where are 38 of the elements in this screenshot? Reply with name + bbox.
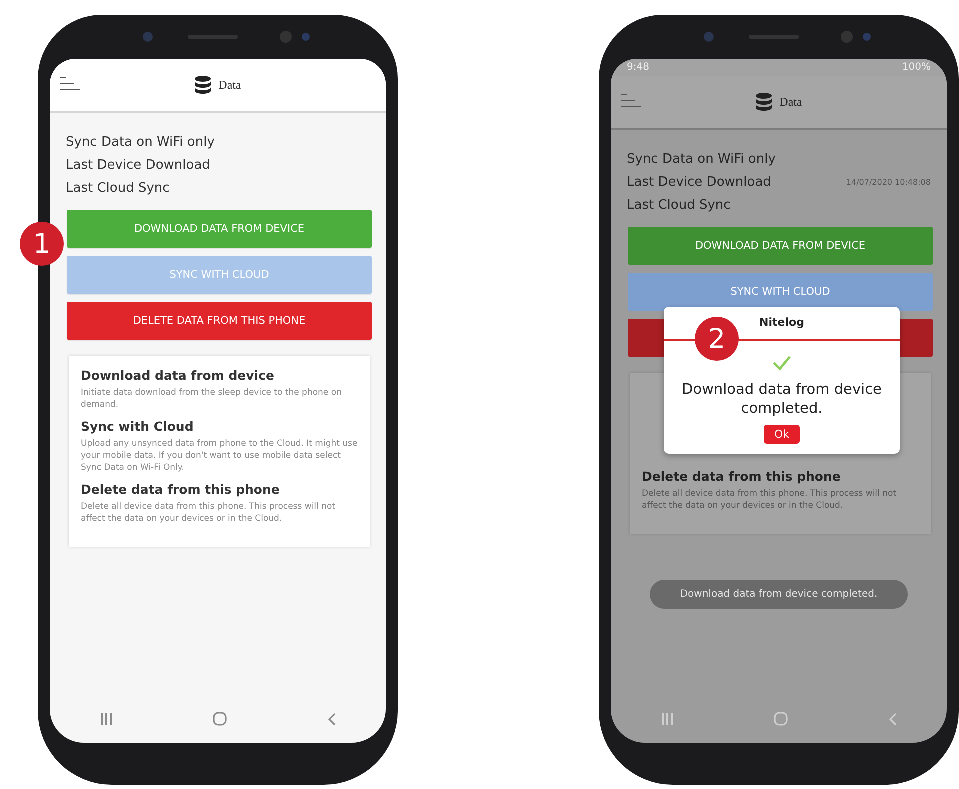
home-icon[interactable] — [212, 712, 226, 726]
action-button[interactable]: DOWNLOAD DATA FROM DEVICE — [628, 227, 933, 265]
checkmark-icon — [772, 355, 792, 371]
setting-label: Sync Data on WiFi only — [627, 152, 776, 167]
setting-label: Last Cloud Sync — [627, 198, 731, 213]
section-description: Initiate data download from the sleep device to the phone on demand. — [81, 387, 343, 411]
dialog-message: Download data from device completed. — [681, 381, 883, 419]
home-icon[interactable] — [774, 712, 788, 726]
section-heading: Download data from device — [81, 368, 276, 383]
database-icon — [756, 93, 772, 111]
section-heading: Delete data from this phone — [642, 469, 842, 484]
screen-title: Data — [218, 78, 242, 92]
back-icon[interactable] — [888, 712, 896, 726]
step-marker: 1 — [20, 222, 64, 266]
action-button[interactable]: DELETE DATA FROM THIS PHONE — [67, 302, 372, 340]
section-heading: Delete data from this phone — [81, 482, 281, 497]
battery-level: 100% — [902, 62, 931, 73]
menu-icon[interactable] — [60, 77, 80, 91]
setting-label: Last Cloud Sync — [66, 181, 170, 196]
recent-apps-icon[interactable] — [100, 713, 112, 725]
menu-icon[interactable] — [621, 94, 641, 108]
ok-button[interactable]: Ok — [764, 425, 800, 444]
back-icon[interactable] — [328, 712, 336, 726]
setting-label: Last Device Download — [66, 158, 210, 173]
setting-label: Sync Data on WiFi only — [66, 135, 215, 150]
status-time: 9:48 — [627, 62, 650, 73]
toast-message: Download data from device completed. — [650, 580, 908, 609]
section-description: Delete all device data from this phone. This process will not affect the data on your devices or in the Cloud. — [81, 501, 337, 525]
screen-title: Data — [780, 94, 802, 110]
section-description: Upload any unsynced data from phone to the Cloud. It might use your mobile data. If you don't want to use mobile data select Sync Data on Wi-Fi Only. — [81, 438, 358, 474]
setting-value: 14/07/2020 10:48:08 — [846, 178, 931, 187]
database-icon — [194, 76, 211, 94]
section-heading: Sync with Cloud — [81, 419, 195, 434]
recent-apps-icon[interactable] — [662, 713, 672, 725]
action-button[interactable]: SYNC WITH CLOUD — [628, 273, 933, 311]
action-button[interactable]: DOWNLOAD DATA FROM DEVICE — [67, 210, 372, 248]
setting-label: Last Device Download — [627, 175, 772, 190]
section-description: Delete all device data from this phone. This process will not affect the data on your devices or in the Cloud. — [642, 488, 898, 512]
